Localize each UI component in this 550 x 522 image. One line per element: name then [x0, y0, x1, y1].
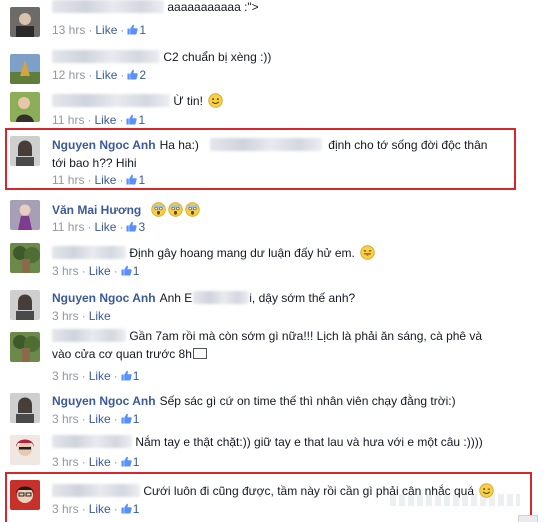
wink-emoji-icon: [479, 483, 495, 498]
like-link[interactable]: Like: [89, 455, 111, 469]
scream-emoji-icon: [184, 202, 200, 217]
comment-author[interactable]: Nguyen Ngoc Anh: [52, 138, 156, 152]
timestamp[interactable]: 11 hrs: [52, 113, 84, 127]
timestamp[interactable]: 12 hrs: [52, 68, 85, 82]
thumbs-up-icon[interactable]: [121, 456, 132, 467]
timestamp[interactable]: 13 hrs: [52, 23, 85, 37]
timestamp[interactable]: 3 hrs: [52, 264, 79, 278]
comment-5: Định gây hoang mang dư luận đấy hử em. 3…: [0, 240, 550, 280]
redacted-name: [52, 0, 164, 13]
smile-emoji-icon: [208, 93, 223, 108]
comment-9: Nắm tay e thật chặt:)) giữ tay e that la…: [0, 430, 550, 470]
comment-0: aaaaaaaaaaa :"> 13 hrs · Like · 1: [0, 0, 550, 40]
comment-text: aaaaaaaaaaa :">: [167, 0, 259, 14]
redacted-name: [210, 138, 323, 151]
comment-text-cont: định cho tớ sống đời độc thân: [328, 138, 488, 152]
comment-8: Nguyen Ngoc Anh Sếp sác gì cứ on time thế…: [0, 388, 550, 430]
thumbs-up-icon[interactable]: [121, 265, 132, 276]
comment-6: Nguyen Ngoc Anh Anh Ei, dậy sớm thế anh? …: [0, 285, 550, 325]
comment-text: Nắm tay e thật chặt:)) giữ tay e that la…: [135, 435, 483, 449]
redacted-name: [52, 94, 170, 107]
like-link[interactable]: Like: [95, 68, 117, 82]
timestamp[interactable]: 3 hrs: [52, 309, 79, 323]
timestamp[interactable]: 3 hrs: [52, 455, 79, 469]
thumbs-up-icon[interactable]: [121, 413, 132, 424]
comment-10: Cưới luôn đi cũng được, tầm này rồi cần …: [0, 476, 550, 522]
thumbs-up-icon[interactable]: [126, 114, 137, 125]
comment-text: Cưới luôn đi cũng được, tầm này rồi cần …: [143, 484, 474, 498]
like-count[interactable]: 1: [133, 412, 140, 426]
like-count[interactable]: 1: [138, 173, 145, 187]
avatar[interactable]: [10, 136, 40, 166]
like-link[interactable]: Like: [89, 369, 111, 383]
like-link[interactable]: Like: [89, 502, 111, 516]
comment-text: C2 chuẩn bị xèng :)): [163, 50, 272, 64]
comment-text: Anh E: [159, 291, 193, 305]
avatar[interactable]: [10, 435, 40, 465]
scream-emoji-icon: [167, 202, 183, 217]
comment-text: Sếp sác gì cứ on time thế thì nhân viên …: [159, 394, 456, 408]
avatar[interactable]: [10, 92, 40, 122]
like-count[interactable]: 1: [139, 23, 146, 37]
comment-text-line2: tới bao h?? Hihi: [52, 156, 137, 170]
like-count[interactable]: 1: [133, 369, 140, 383]
avatar[interactable]: [10, 393, 40, 423]
like-link[interactable]: Like: [94, 113, 116, 127]
like-count[interactable]: 3: [138, 220, 145, 234]
timestamp[interactable]: 3 hrs: [52, 369, 79, 383]
thumbs-up-icon[interactable]: [121, 370, 132, 381]
thumbs-up-icon[interactable]: [126, 221, 137, 232]
comment-text-line2: vào cửa cơ quan trước 8h: [52, 347, 192, 361]
comment-author[interactable]: Nguyen Ngoc Anh: [52, 394, 156, 408]
thumbs-up-icon[interactable]: [121, 503, 132, 514]
comment-text: Gần 7am rồi mà còn sớm gì nữa!!! Lịch là…: [129, 329, 483, 343]
comment-4: Văn Mai Hương 11 hrs · Like · 3: [0, 195, 550, 237]
redacted-name: [193, 291, 250, 304]
comment-text: Định gây hoang mang dư luận đấy hử em.: [129, 246, 355, 260]
redacted-name: [52, 484, 140, 497]
timestamp[interactable]: 11 hrs: [52, 173, 84, 187]
avatar[interactable]: [10, 200, 40, 230]
timestamp[interactable]: 3 hrs: [52, 412, 79, 426]
redacted-name: [52, 246, 126, 259]
redacted-name: [52, 50, 160, 63]
thumbs-up-icon[interactable]: [126, 174, 137, 185]
avatar[interactable]: [10, 290, 40, 320]
avatar[interactable]: [10, 332, 40, 362]
thumbs-up-icon[interactable]: [127, 24, 138, 35]
avatar[interactable]: [10, 480, 40, 510]
thumbs-up-icon[interactable]: [127, 69, 138, 80]
comment-text-cont: i, dậy sớm thế anh?: [249, 291, 356, 305]
timestamp[interactable]: 11 hrs: [52, 220, 84, 234]
comment-7: Gần 7am rồi mà còn sớm gì nữa!!! Lịch là…: [0, 322, 550, 383]
comment-3: Nguyen Ngoc Anh Ha ha:) định cho tớ sống …: [0, 132, 550, 188]
like-link[interactable]: Like: [95, 23, 117, 37]
comment-2: Ừ tin! 11 hrs · Like · 1: [0, 90, 550, 130]
like-count[interactable]: 1: [133, 502, 140, 516]
unsupported-glyph-icon: [192, 348, 207, 359]
like-count[interactable]: 1: [133, 264, 140, 278]
comment-author[interactable]: Nguyen Ngoc Anh: [52, 291, 156, 305]
avatar[interactable]: [10, 243, 40, 273]
like-link[interactable]: Like: [89, 412, 111, 426]
avatar[interactable]: [10, 7, 40, 37]
comment-text: Ừ tin!: [173, 94, 203, 108]
redacted-name: [52, 435, 132, 448]
like-link[interactable]: Like: [89, 309, 111, 323]
timestamp[interactable]: 3 hrs: [52, 502, 79, 516]
scream-emoji-icon: [150, 202, 166, 217]
like-link[interactable]: Like: [89, 264, 111, 278]
like-link[interactable]: Like: [94, 173, 116, 187]
like-link[interactable]: Like: [94, 220, 116, 234]
chat-tab-edge[interactable]: [518, 515, 538, 522]
like-count[interactable]: 2: [139, 68, 146, 82]
comment-text: Ha ha:): [159, 138, 199, 152]
tongue-emoji-icon: [360, 245, 375, 260]
comment-author[interactable]: Văn Mai Hương: [52, 203, 141, 217]
like-count[interactable]: 1: [138, 113, 145, 127]
like-count[interactable]: 1: [133, 455, 140, 469]
redacted-name: [52, 329, 126, 342]
comment-1: C2 chuẩn bị xèng :)) 12 hrs · Like · 2: [0, 45, 550, 85]
avatar[interactable]: [10, 54, 40, 84]
